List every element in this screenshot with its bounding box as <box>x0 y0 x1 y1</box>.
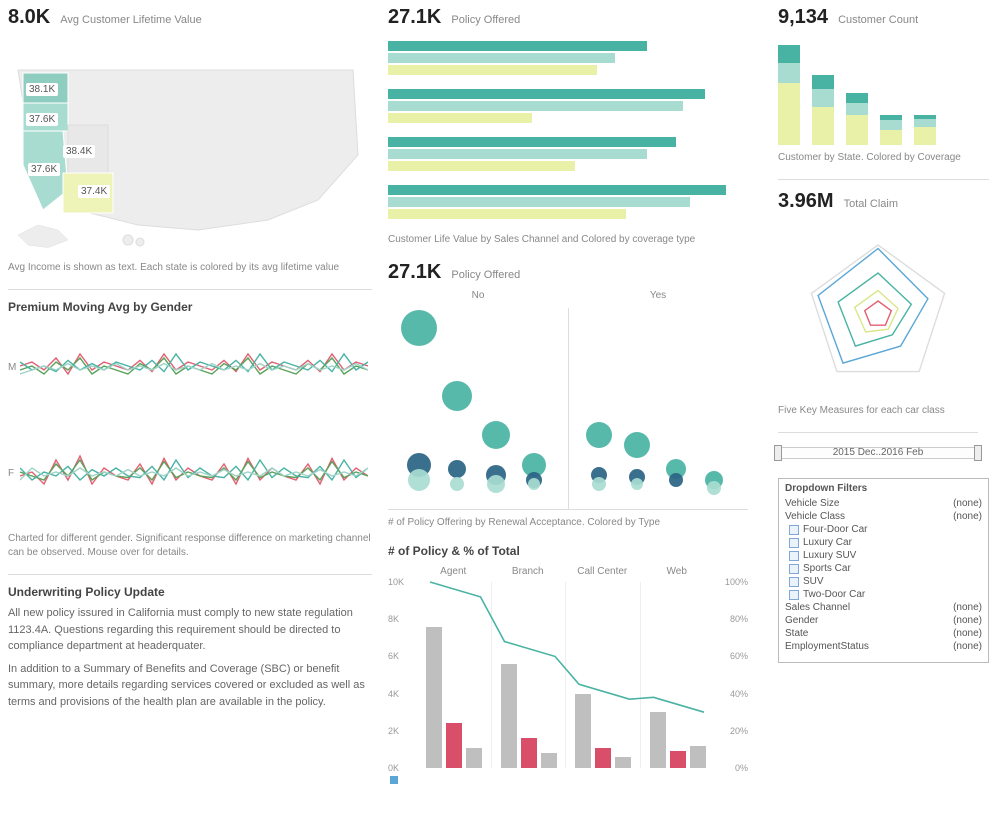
filter-row[interactable]: Vehicle Class(none) <box>785 511 982 522</box>
premium-title: Premium Moving Avg by Gender <box>8 289 372 314</box>
map-label-az: 37.4K <box>78 185 110 198</box>
map-label-wa: 38.1K <box>26 83 58 96</box>
bubble-chart[interactable]: No Yes <box>388 290 748 510</box>
filter-row[interactable]: Vehicle Size(none) <box>785 498 982 509</box>
dashboard: 8.0K Avg Customer Lifetime Value 38.1K 3… <box>0 0 997 786</box>
stacked-caption: Customer by State. Colored by Coverage <box>778 151 989 165</box>
map-label-ca: 37.6K <box>28 163 60 176</box>
kpi-policy1-label: Policy Offered <box>451 14 520 26</box>
bubble-caption: # of Policy Offering by Renewal Acceptan… <box>388 516 762 530</box>
filter-checkbox[interactable]: SUV <box>789 576 982 587</box>
filter-row[interactable]: Gender(none) <box>785 615 982 626</box>
kpi-clv: 8.0K Avg Customer Lifetime Value <box>8 6 372 29</box>
bubble-hdr-yes: Yes <box>568 290 748 301</box>
clv-hbar-chart[interactable] <box>388 41 748 219</box>
filters-title: Dropdown Filters <box>785 483 982 494</box>
map-caption: Avg Income is shown as text. Each state … <box>8 261 372 275</box>
kpi-cust-label: Customer Count <box>838 14 918 26</box>
column-middle: 27.1K Policy Offered Customer Life Value… <box>380 0 770 786</box>
premium-chart-f[interactable]: F <box>8 426 368 526</box>
premium-chart-m[interactable]: M <box>8 320 368 420</box>
kpi-policy1: 27.1K Policy Offered <box>388 6 762 29</box>
radar-chart[interactable] <box>778 225 978 395</box>
bubble-hdr-no: No <box>388 290 568 301</box>
hbar-caption: Customer Life Value by Sales Channel and… <box>388 233 762 247</box>
underwriting-title: Underwriting Policy Update <box>8 574 372 599</box>
kpi-claim: 3.96M Total Claim <box>778 190 989 213</box>
map-label-nv: 38.4K <box>63 145 95 158</box>
combo-title: # of Policy & % of Total <box>388 544 762 558</box>
kpi-claim-value: 3.96M <box>778 190 834 213</box>
column-left: 8.0K Avg Customer Lifetime Value 38.1K 3… <box>0 0 380 786</box>
stacked-col-chart[interactable] <box>778 35 989 145</box>
us-map-chart[interactable]: 38.1K 37.6K 38.4K 37.6K 37.4K <box>8 35 368 255</box>
underwriting-p2: In addition to a Summary of Benefits and… <box>8 661 372 711</box>
kpi-clv-label: Avg Customer Lifetime Value <box>60 14 201 26</box>
filter-row[interactable]: Sales Channel(none) <box>785 602 982 613</box>
map-label-or: 37.6K <box>26 113 58 126</box>
premium-m-label: M <box>8 362 16 373</box>
filter-checkbox[interactable]: Luxury Car <box>789 537 982 548</box>
radar-caption: Five Key Measures for each car class <box>778 404 989 418</box>
filter-checkbox[interactable]: Sports Car <box>789 563 982 574</box>
filter-row[interactable]: EmploymentStatus(none) <box>785 641 982 652</box>
kpi-cust: 9,134 Customer Count <box>778 6 989 29</box>
kpi-cust-value: 9,134 <box>778 6 828 29</box>
kpi-policy2: 27.1K Policy Offered <box>388 261 762 284</box>
kpi-policy1-value: 27.1K <box>388 6 441 29</box>
filter-checkbox[interactable]: Two-Door Car <box>789 589 982 600</box>
premium-caption: Charted for different gender. Significan… <box>8 532 372 560</box>
underwriting-p1: All new policy issured in California mus… <box>8 605 372 655</box>
filter-checkbox[interactable]: Four-Door Car <box>789 524 982 535</box>
kpi-clv-value: 8.0K <box>8 6 50 29</box>
combo-chart[interactable]: 10K8K6K4K2K0K100%80%60%40%20%0%AgentBran… <box>388 566 748 786</box>
kpi-policy2-label: Policy Offered <box>451 269 520 281</box>
filter-row[interactable]: State(none) <box>785 628 982 639</box>
slider-label: 2015 Dec..2016 Feb <box>778 447 978 458</box>
kpi-claim-label: Total Claim <box>844 198 898 210</box>
premium-f-label: F <box>8 468 14 479</box>
filter-checkbox[interactable]: Luxury SUV <box>789 550 982 561</box>
dropdown-filters-panel: Dropdown Filters Vehicle Size(none) Vehic… <box>778 478 989 663</box>
kpi-policy2-value: 27.1K <box>388 261 441 284</box>
column-right: 9,134 Customer Count Customer by State. … <box>770 0 997 786</box>
date-range-slider[interactable]: 2015 Dec..2016 Feb <box>778 432 978 458</box>
